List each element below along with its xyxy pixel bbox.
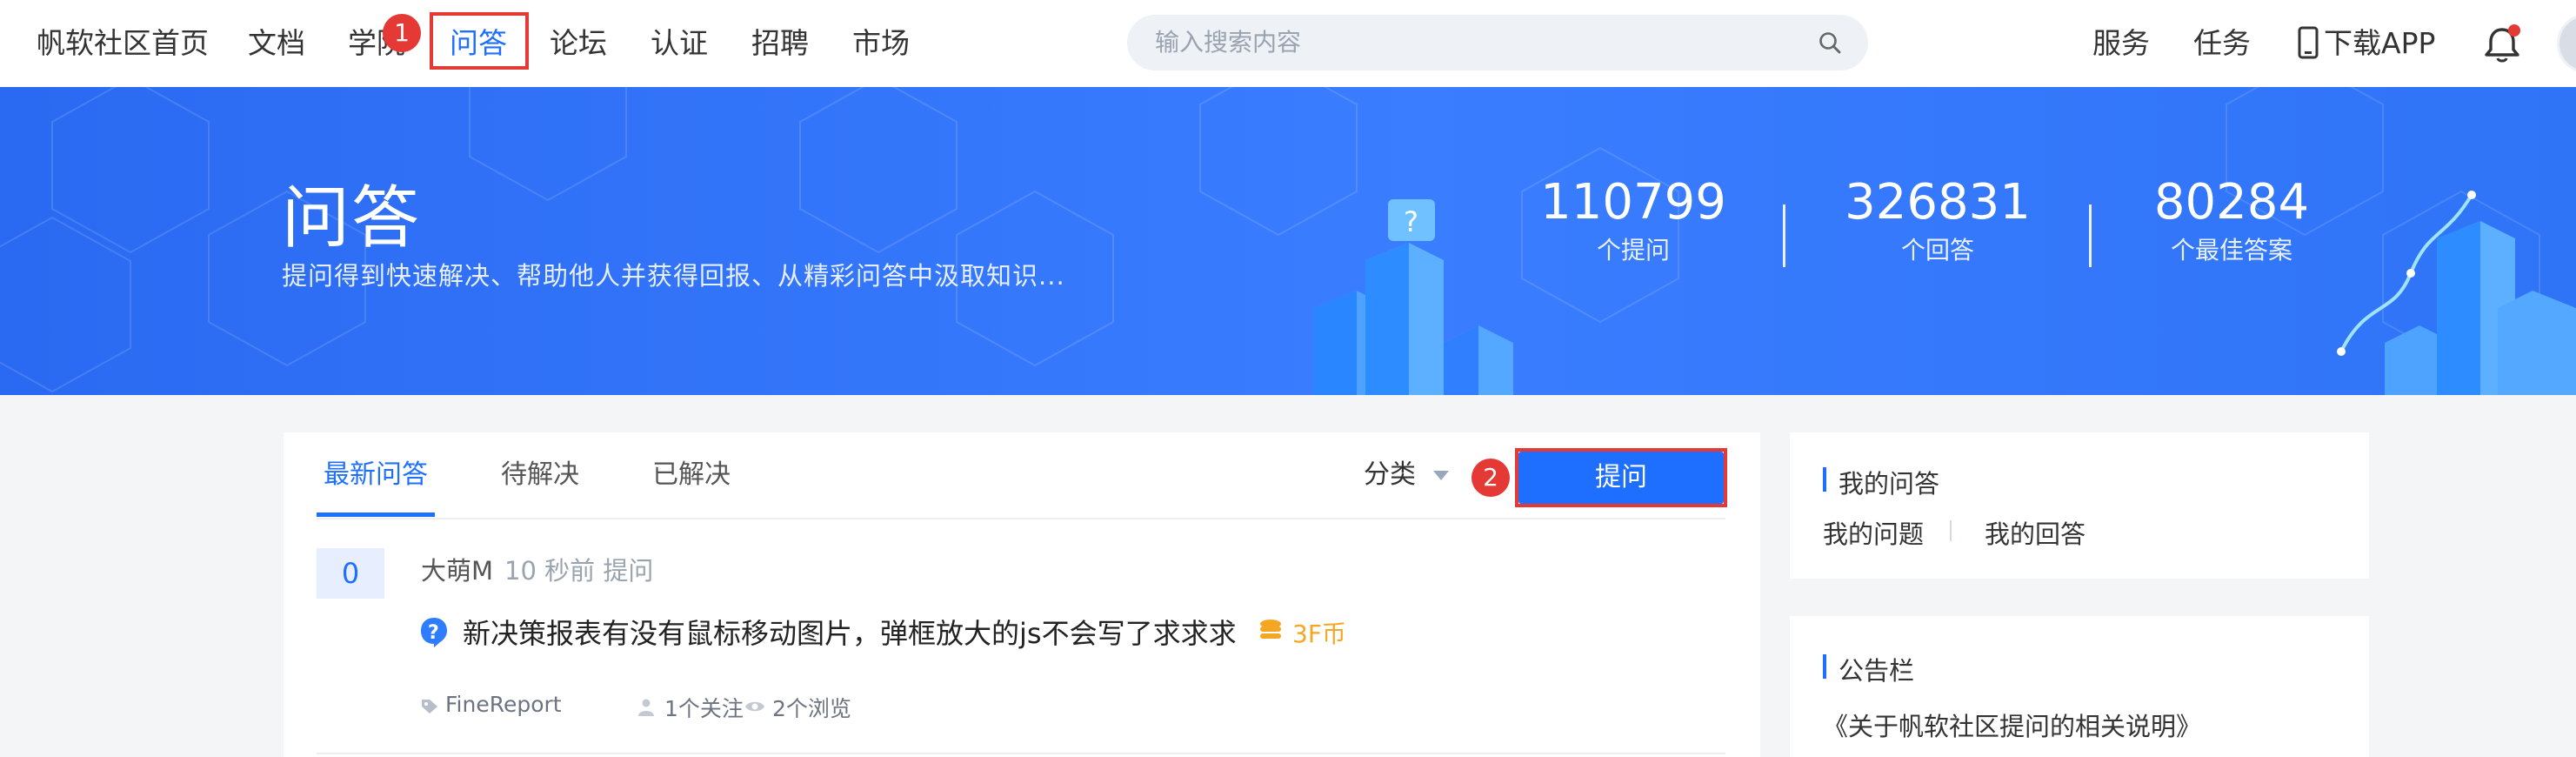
nav-item-jobs[interactable]: 招聘 <box>751 19 809 68</box>
user-avatar[interactable] <box>2557 14 2576 73</box>
stat-divider <box>1783 204 1785 267</box>
nav-item-certification[interactable]: 认证 <box>651 19 708 68</box>
tab-solved[interactable]: 已解决 <box>652 432 731 518</box>
step-2-badge: 2 <box>1472 459 1510 497</box>
ask-question-button[interactable]: 提问 <box>1518 452 1724 504</box>
question-time: 10 秒前 提问 <box>504 556 654 586</box>
svg-text:?: ? <box>428 622 439 644</box>
tab-pending[interactable]: 待解决 <box>501 432 579 518</box>
search-input[interactable]: 输入搜索内容 <box>1155 15 1301 70</box>
nav-service[interactable]: 服务 <box>2092 19 2150 68</box>
active-tab-indicator <box>317 512 435 517</box>
nav-download-app[interactable]: 下载APP <box>2324 19 2435 68</box>
buildings-illustration: ? <box>1313 199 1513 395</box>
stat-best-answers: 80284 个最佳答案 <box>2101 172 2362 268</box>
eye-icon <box>745 701 764 712</box>
question-icon: ? <box>421 618 447 647</box>
question-list-panel: 最新问答 待解决 已解决 分类 2 提问 0 大萌M 10 秒前 提问 ? 新决… <box>284 432 1760 757</box>
nav-item-home[interactable]: 帆软社区首页 <box>37 19 209 68</box>
stat-value: 326831 <box>1845 174 2031 231</box>
page-subtitle: 提问得到快速解决、帮助他人并获得回报、从精彩问答中汲取知识... <box>282 261 1065 291</box>
stat-value: 110799 <box>1540 174 1726 231</box>
link-separator <box>1950 520 1952 541</box>
my-answers-link[interactable]: 我的回答 <box>1985 514 2085 551</box>
tab-latest[interactable]: 最新问答 <box>324 432 428 518</box>
question-title[interactable]: 新决策报表有没有鼠标移动图片，弹框放大的js不会写了求求求 <box>463 612 1237 652</box>
page-title: 问答 <box>282 179 422 258</box>
answer-count: 0 <box>317 548 384 599</box>
view-count: 2个浏览 <box>772 696 851 721</box>
search-icon[interactable] <box>1818 30 1842 55</box>
category-dropdown[interactable]: 分类 <box>1364 432 1416 518</box>
stat-label: 个回答 <box>1900 236 1974 265</box>
stat-divider <box>2089 204 2092 267</box>
tag-icon <box>422 700 437 713</box>
notice-board-title: 公告栏 <box>1839 656 1915 686</box>
nav-item-market[interactable]: 市场 <box>852 19 910 68</box>
nav-item-qa[interactable]: 问答 <box>450 19 507 68</box>
bell-icon[interactable] <box>2482 23 2522 64</box>
top-navigation-bar: 帆软社区首页 文档 学院 1 问答 论坛 认证 招聘 市场 输入搜索内容 服务 … <box>0 0 2576 87</box>
chevron-down-icon[interactable] <box>1433 471 1449 480</box>
nav-item-docs[interactable]: 文档 <box>248 19 305 68</box>
my-qa-card: 我的问答 我的问题 我的回答 <box>1790 432 2369 579</box>
follow-count: 1个关注 <box>664 696 744 721</box>
stat-questions: 110799 个提问 <box>1503 172 1764 268</box>
my-qa-title: 我的问答 <box>1839 469 1940 499</box>
stat-value: 80284 <box>2153 174 2310 231</box>
nav-item-forum[interactable]: 论坛 <box>550 19 607 68</box>
reward-amount: 3F币 <box>1292 620 1346 648</box>
question-author[interactable]: 大萌M <box>421 551 493 587</box>
step-1-badge: 1 <box>383 14 421 52</box>
phone-icon <box>2298 26 2319 59</box>
stat-label: 个提问 <box>1596 236 1670 265</box>
svg-text:?: ? <box>1404 205 1418 238</box>
notice-item[interactable]: 《关于帆软社区提问的相关说明》 <box>1823 707 2201 743</box>
my-questions-link[interactable]: 我的问题 <box>1823 514 1924 551</box>
search-bar[interactable]: 输入搜索内容 <box>1127 15 1868 70</box>
stat-label: 个最佳答案 <box>2170 236 2292 265</box>
nav-task[interactable]: 任务 <box>2193 19 2251 68</box>
qa-banner: ? 问答 提问得到快速解决、帮助他人并获得回报、从精彩问答中汲取知识... 11… <box>0 87 2576 395</box>
notice-board-card: 公告栏 《关于帆软社区提问的相关说明》 <box>1790 616 2369 757</box>
user-icon <box>638 699 654 716</box>
stat-answers: 326831 个回答 <box>1807 172 2068 268</box>
tabs-divider <box>317 518 1725 519</box>
question-tag[interactable]: FineReport <box>445 692 562 717</box>
row-divider <box>317 753 1725 754</box>
coin-icon <box>1260 620 1281 639</box>
